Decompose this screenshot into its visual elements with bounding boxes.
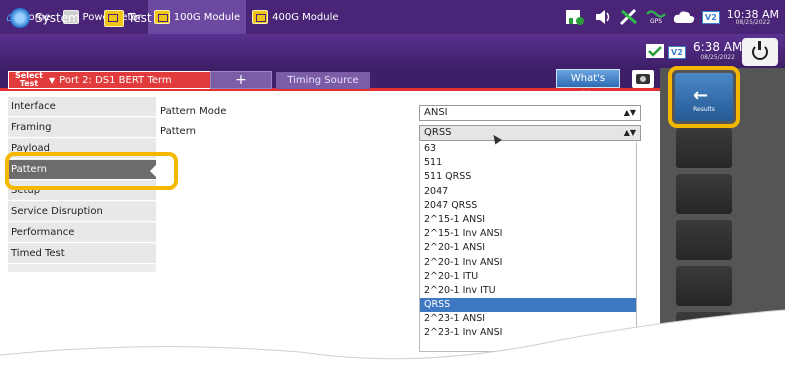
check-icon: [646, 44, 664, 58]
whats-this-button[interactable]: What's This?: [556, 69, 620, 101]
module-400g-label: 400G Module: [272, 11, 339, 23]
camera-icon: [636, 74, 650, 84]
gear-icon: [10, 8, 30, 28]
v2-badge: V2: [668, 46, 686, 59]
module-icon: [153, 10, 170, 24]
pattern-option[interactable]: 2047: [420, 185, 636, 199]
nav-item-interface[interactable]: Interface: [8, 97, 156, 117]
pattern-option[interactable]: 2^15-1 ANSI: [420, 213, 636, 227]
soft-key-4[interactable]: [676, 220, 732, 260]
nav-item-timed-test[interactable]: Timed Test: [8, 244, 156, 264]
tab-timing-source[interactable]: Timing Source: [276, 72, 370, 89]
pattern-option[interactable]: 63: [420, 142, 636, 156]
power-button[interactable]: [742, 38, 778, 66]
clock-time: 10:38 AM: [726, 7, 779, 21]
test-clock-time: 6:38 AM: [693, 40, 743, 54]
clock: 10:38 AM 08/25/2022: [727, 9, 779, 26]
module-400g-tab[interactable]: 400G Module: [246, 0, 344, 34]
pattern-mode-value: ANSI: [424, 107, 448, 118]
pattern-option[interactable]: 2^20-1 Inv ITU: [420, 284, 636, 298]
cloud-icon: [673, 11, 695, 23]
add-test-button[interactable]: +: [210, 71, 272, 89]
screenshot-button[interactable]: [632, 70, 654, 88]
test-button[interactable]: Test: [104, 6, 152, 30]
pattern-label: Pattern: [160, 126, 196, 137]
pattern-option[interactable]: 511 QRSS: [420, 170, 636, 184]
pattern-option[interactable]: 2^20-1 ITU: [420, 270, 636, 284]
status-icons: GPS V2 10:38 AM 08/25/2022: [565, 0, 785, 34]
soft-key-3[interactable]: [676, 174, 732, 214]
gps-indicator: GPS: [646, 9, 666, 25]
gps-label: GPS: [649, 18, 663, 25]
pattern-option[interactable]: 2^23-1 Inv ANSI: [420, 326, 636, 340]
battery-icon: [566, 10, 585, 25]
pattern-option[interactable]: 2^15-1 Inv ANSI: [420, 227, 636, 241]
select-arrows-icon: ▲▼: [623, 108, 636, 117]
v2-badge: V2: [702, 10, 720, 24]
select-test-tab[interactable]: Select Test ▼ Port 2: DS1 BERT Term ✕: [8, 71, 232, 89]
pattern-select[interactable]: QRSS ▲▼: [419, 125, 641, 141]
pattern-option[interactable]: 2^23-1 ANSI: [420, 312, 636, 326]
module-icon: [252, 10, 269, 24]
test-label: Test: [128, 11, 152, 25]
nav-item-service-disruption[interactable]: Service Disruption: [8, 202, 156, 222]
system-button[interactable]: System: [10, 6, 80, 30]
port-label: Port 2: DS1 BERT Term: [59, 74, 172, 86]
test-clock-date: 08/25/2022: [700, 54, 735, 61]
pattern-option[interactable]: 2^20-1 Inv ANSI: [420, 256, 636, 270]
soft-key-5[interactable]: [676, 266, 732, 306]
pattern-option[interactable]: 2047 QRSS: [420, 199, 636, 213]
speaker-icon: [596, 10, 610, 24]
select-arrows-icon: ▲▼: [623, 128, 636, 137]
pattern-option-selected[interactable]: QRSS: [420, 298, 636, 313]
chevron-down-icon: ▼: [49, 75, 56, 85]
soft-key-6[interactable]: [676, 312, 732, 352]
module-100g-label: 100G Module: [173, 11, 241, 23]
test-text: Test: [19, 79, 39, 88]
pattern-mode-select[interactable]: ANSI ▲▼: [419, 105, 641, 121]
nav-item-performance[interactable]: Performance: [8, 223, 156, 243]
pattern-dropdown-list: 63 511 511 QRSS 2047 2047 QRSS 2^15-1 AN…: [419, 142, 637, 352]
module-100g-tab[interactable]: 100G Module: [147, 0, 247, 34]
pattern-value: QRSS: [424, 127, 452, 138]
power-icon: [752, 41, 768, 60]
pattern-option[interactable]: 511: [420, 156, 636, 170]
pattern-mode-label: Pattern Mode: [160, 106, 227, 117]
select-test-label[interactable]: Select Test: [9, 72, 49, 88]
pattern-highlight: [5, 152, 178, 190]
test-module-icon: [104, 9, 124, 27]
system-label: System: [35, 11, 80, 25]
soft-key-2[interactable]: [676, 128, 732, 168]
tools-icon: [619, 8, 637, 26]
test-clock: 6:38 AM 08/25/2022: [693, 40, 742, 61]
results-highlight: [668, 66, 740, 128]
nav-item-framing[interactable]: Framing: [8, 118, 156, 138]
pattern-option[interactable]: 2^20-1 ANSI: [420, 241, 636, 255]
